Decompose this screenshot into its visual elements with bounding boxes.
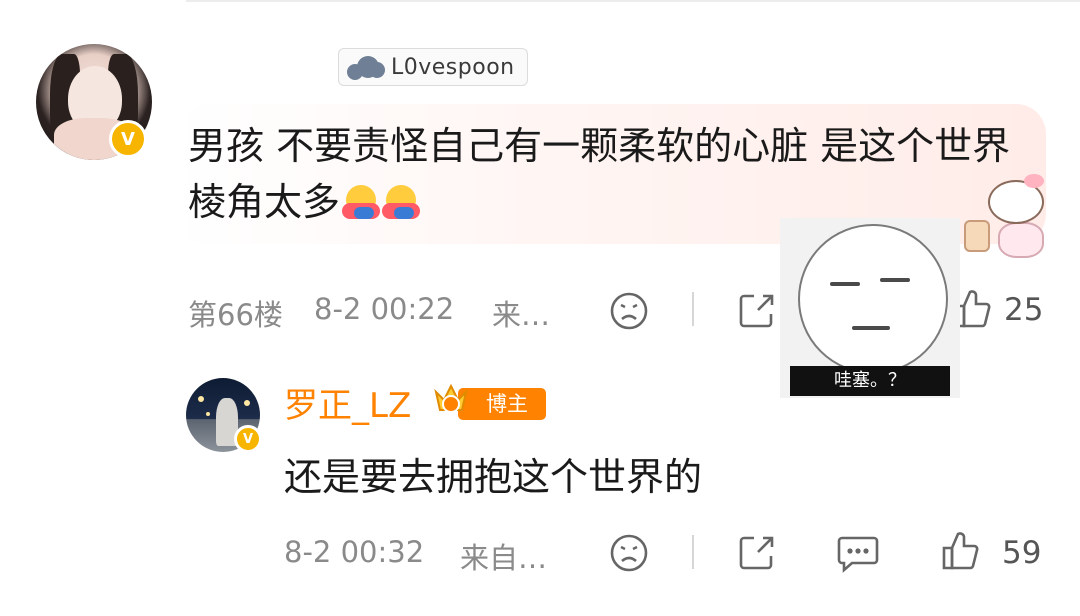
crown-icon bbox=[434, 383, 468, 413]
reply-time: 8-2 00:32 bbox=[284, 535, 425, 569]
reply-like-count: 59 bbox=[1002, 535, 1042, 571]
action-separator bbox=[692, 292, 694, 326]
action-separator bbox=[692, 535, 694, 569]
verified-badge-icon: V bbox=[109, 120, 147, 158]
comment-bubble-icon[interactable] bbox=[836, 532, 880, 574]
share-icon[interactable] bbox=[736, 532, 778, 574]
reply-source: 来自… bbox=[460, 541, 548, 575]
meme-sticker: 哇塞。？ bbox=[780, 218, 960, 398]
comment-text: 男孩 不要责怪自己有一颗柔软的心脏 是这个世界棱角太多 bbox=[188, 124, 1011, 224]
blogger-badge: 博主 bbox=[458, 388, 546, 420]
thumbs-up-icon[interactable] bbox=[940, 530, 980, 572]
floor-label: 第66楼 bbox=[188, 298, 283, 332]
cloud-icon bbox=[347, 54, 385, 80]
meme-caption: 哇塞。？ bbox=[790, 366, 950, 396]
verified-badge-icon: V bbox=[234, 425, 262, 453]
share-icon[interactable] bbox=[736, 290, 778, 332]
hug-emoji-icon bbox=[382, 185, 421, 221]
hello-kitty-sticker bbox=[958, 172, 1062, 262]
hug-emoji-icon bbox=[342, 185, 381, 221]
top-divider bbox=[186, 0, 1080, 2]
commenter-username[interactable]: L0vespoon bbox=[391, 55, 515, 80]
like-count: 25 bbox=[1004, 292, 1044, 328]
sad-face-icon[interactable] bbox=[608, 532, 650, 574]
comment-source: 来… bbox=[492, 298, 551, 332]
username-pill[interactable]: L0vespoon bbox=[338, 48, 528, 86]
reply-username[interactable]: 罗正_LZ bbox=[284, 378, 411, 427]
reply-text: 还是要去拥抱这个世界的 bbox=[284, 455, 703, 499]
comment-time: 8-2 00:22 bbox=[314, 292, 455, 326]
sad-face-icon[interactable] bbox=[608, 290, 650, 332]
